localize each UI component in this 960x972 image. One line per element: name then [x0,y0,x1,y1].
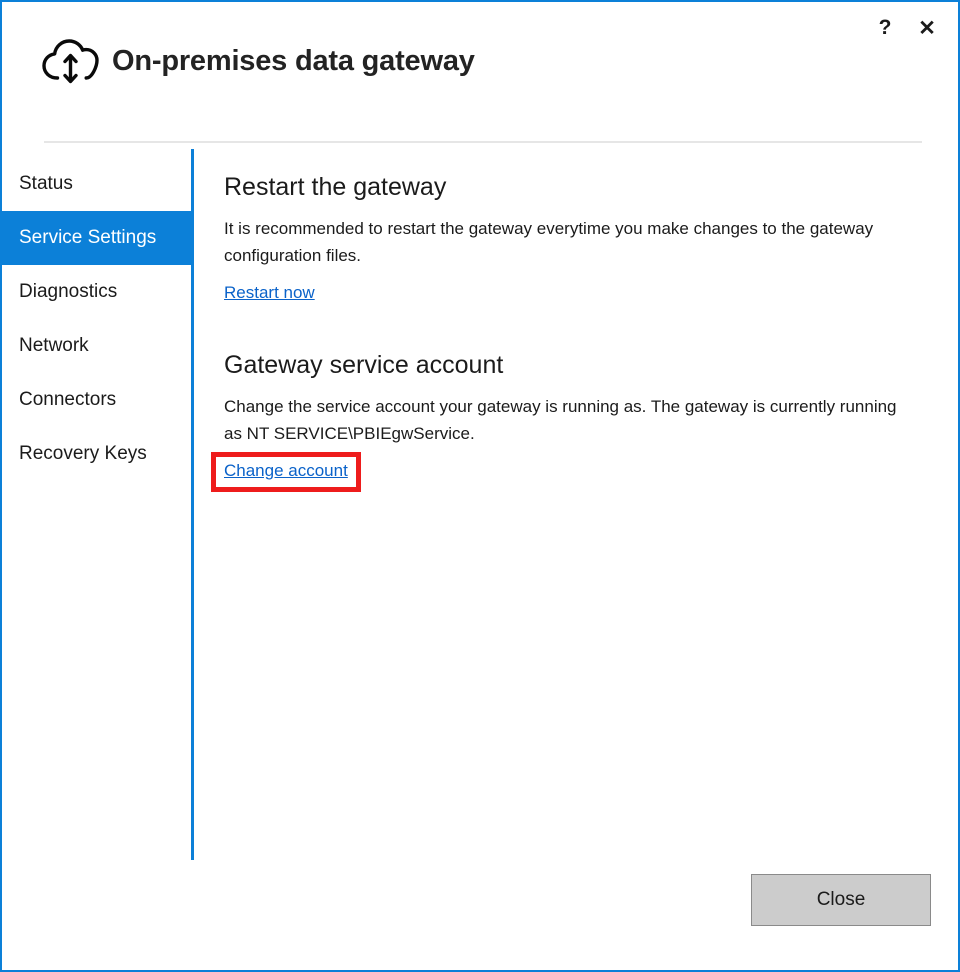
service-account-section-body: Change the service account your gateway … [224,397,897,443]
main-content: Restart the gateway It is recommended to… [211,172,924,492]
cloud-sync-icon [40,34,100,88]
app-branding: On-premises data gateway [40,34,475,88]
service-account-section-title: Gateway service account [224,351,504,379]
app-title: On-premises data gateway [112,44,475,77]
sidebar-nav: Status Service Settings Diagnostics Netw… [2,157,191,481]
gateway-service-account-section: Gateway service account Change the servi… [211,350,924,492]
sidebar-item-network[interactable]: Network [2,319,191,373]
restart-now-link[interactable]: Restart now [224,283,315,303]
sidebar-item-diagnostics[interactable]: Diagnostics [2,265,191,319]
restart-section-title: Restart the gateway [224,173,447,201]
restart-gateway-section: Restart the gateway It is recommended to… [224,172,924,303]
title-bar: ? ✕ On-premises data gateway [2,2,958,122]
footer-bar: Close [2,860,958,970]
sidebar-item-service-settings[interactable]: Service Settings [2,211,191,265]
gateway-window: ? ✕ On-premises data gateway Status Serv… [0,0,960,972]
sidebar-divider [191,149,194,860]
close-button[interactable]: Close [751,874,931,926]
close-window-button[interactable]: ✕ [906,10,948,46]
header-divider [44,141,922,143]
restart-section-body: It is recommended to restart the gateway… [224,219,874,265]
change-account-link[interactable]: Change account [224,461,348,481]
change-account-highlight: Change account [211,452,361,492]
sidebar-item-recovery-keys[interactable]: Recovery Keys [2,427,191,481]
help-button[interactable]: ? [864,10,906,46]
sidebar-item-status[interactable]: Status [2,157,191,211]
window-controls: ? ✕ [864,10,948,46]
sidebar-item-connectors[interactable]: Connectors [2,373,191,427]
